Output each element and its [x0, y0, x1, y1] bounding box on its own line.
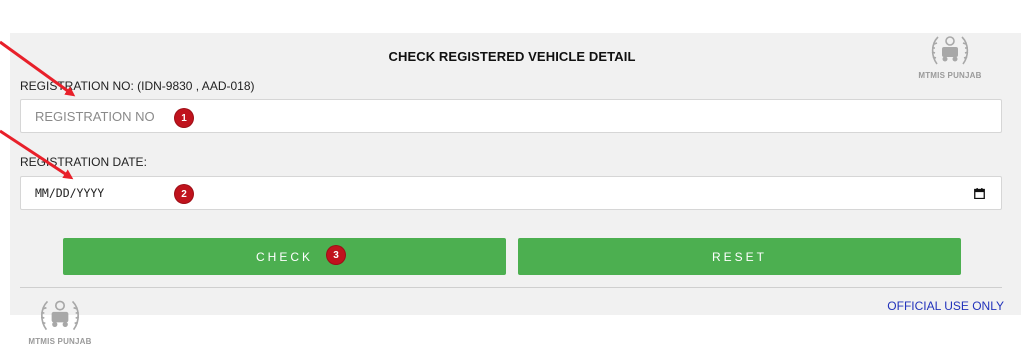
divider: [20, 287, 1002, 288]
page: CHECK REGISTERED VEHICLE DETAIL MTMIS PU…: [0, 0, 1024, 359]
mtmis-emblem-icon: [931, 36, 969, 65]
step-badge-2: 2: [175, 185, 193, 203]
mtmis-logo-bottom: MTMIS PUNJAB: [22, 294, 98, 346]
registration-label: REGISTRATION NO: (IDN-9830 , AAD-018): [20, 79, 255, 93]
registration-date-field: [20, 176, 1002, 210]
calendar-icon[interactable]: [974, 188, 985, 199]
step-badge-3: 3: [327, 246, 345, 264]
step-badge-1: 1: [175, 109, 193, 127]
reset-button[interactable]: RESET: [518, 238, 961, 275]
official-use-text: OFFICIAL USE ONLY: [887, 299, 1004, 313]
mtmis-logo-top: MTMIS PUNJAB: [914, 30, 986, 80]
registration-date-input[interactable]: [35, 177, 935, 209]
registration-field: [20, 99, 1002, 133]
page-title: CHECK REGISTERED VEHICLE DETAIL: [388, 49, 636, 64]
logo-text: MTMIS PUNJAB: [28, 337, 92, 346]
registration-input[interactable]: [35, 100, 935, 132]
check-button[interactable]: CHECK: [63, 238, 506, 275]
logo-text: MTMIS PUNJAB: [918, 71, 982, 80]
registration-date-label: REGISTRATION DATE:: [20, 155, 147, 169]
mtmis-emblem-icon: [40, 300, 80, 331]
